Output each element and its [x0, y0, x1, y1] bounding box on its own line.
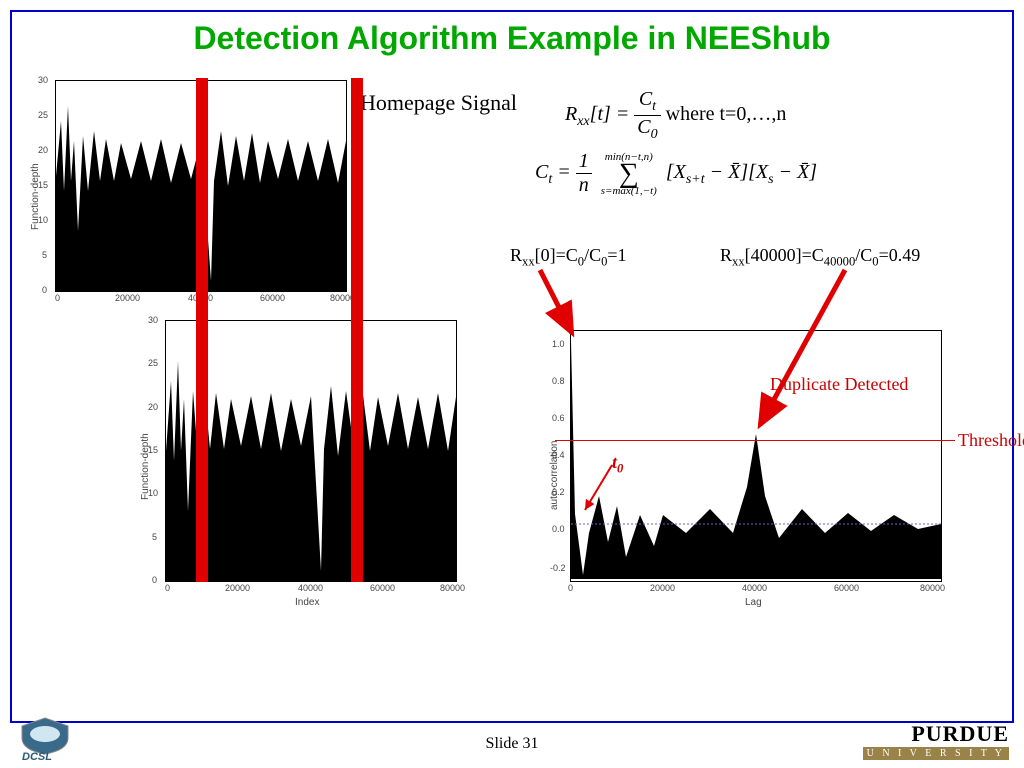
duplicate-detected-label: Duplicate Detected: [770, 375, 908, 395]
xtick: 0: [568, 583, 573, 593]
ytick: 30: [148, 315, 158, 325]
ytick: 10: [148, 488, 158, 498]
t0-label: t0: [612, 452, 623, 477]
ytick: 0.0: [552, 524, 565, 534]
logo-purdue: PURDUE U N I V E R S I T Y: [863, 721, 1009, 760]
ytick: 5: [42, 250, 47, 260]
ytick: 25: [38, 110, 48, 120]
ytick: -0.2: [550, 563, 566, 573]
ytick: 20: [38, 145, 48, 155]
arrow-rxx0: [510, 265, 600, 345]
ytick: 10: [38, 215, 48, 225]
xtick: 80000: [920, 583, 945, 593]
ytick: 0.4: [552, 450, 565, 460]
ytick: 5: [152, 532, 157, 542]
xaxis-label-bottom: Index: [295, 597, 319, 608]
ytick: 15: [148, 445, 158, 455]
ytick: 0.6: [552, 413, 565, 423]
xtick: 60000: [260, 293, 285, 303]
formula-rxx: Rxx[t] = CtC0 where t=0,…,n: [565, 88, 786, 143]
threshold-label: Threshold: [958, 430, 1024, 451]
homepage-signal-label: Homepage Signal: [360, 90, 517, 116]
threshold-line: [555, 440, 955, 441]
ytick: 30: [38, 75, 48, 85]
red-marker-2: [351, 78, 363, 582]
xaxis-label-autocorr: Lag: [745, 597, 762, 608]
slide-title: Detection Algorithm Example in NEEShub: [0, 20, 1024, 57]
ytick: 20: [148, 402, 158, 412]
xtick: 80000: [440, 583, 465, 593]
xtick: 60000: [834, 583, 859, 593]
xtick: 0: [165, 583, 170, 593]
xtick: 60000: [370, 583, 395, 593]
ytick: 0.2: [552, 487, 565, 497]
ytick: 25: [148, 358, 158, 368]
xtick: 20000: [225, 583, 250, 593]
chart-bottom-left: [165, 320, 457, 582]
shield-icon: [10, 716, 80, 756]
ytick: 0: [152, 575, 157, 585]
signal-plot-bottom: [166, 321, 456, 581]
logo-dcsl: DCSL: [10, 716, 80, 763]
xtick: 40000: [298, 583, 323, 593]
ytick: 15: [38, 180, 48, 190]
xtick: 40000: [742, 583, 767, 593]
arrow-rxx40000: [740, 265, 860, 435]
xtick: 20000: [650, 583, 675, 593]
xtick: 20000: [115, 293, 140, 303]
ytick: 0.8: [552, 376, 565, 386]
formula-ct: Ct = 1n min(n−t,n) ∑ s=max(1,−t) [Xs+t −…: [535, 150, 817, 197]
ytick: 0: [42, 285, 47, 295]
red-marker-1: [196, 78, 208, 582]
xtick: 0: [55, 293, 60, 303]
